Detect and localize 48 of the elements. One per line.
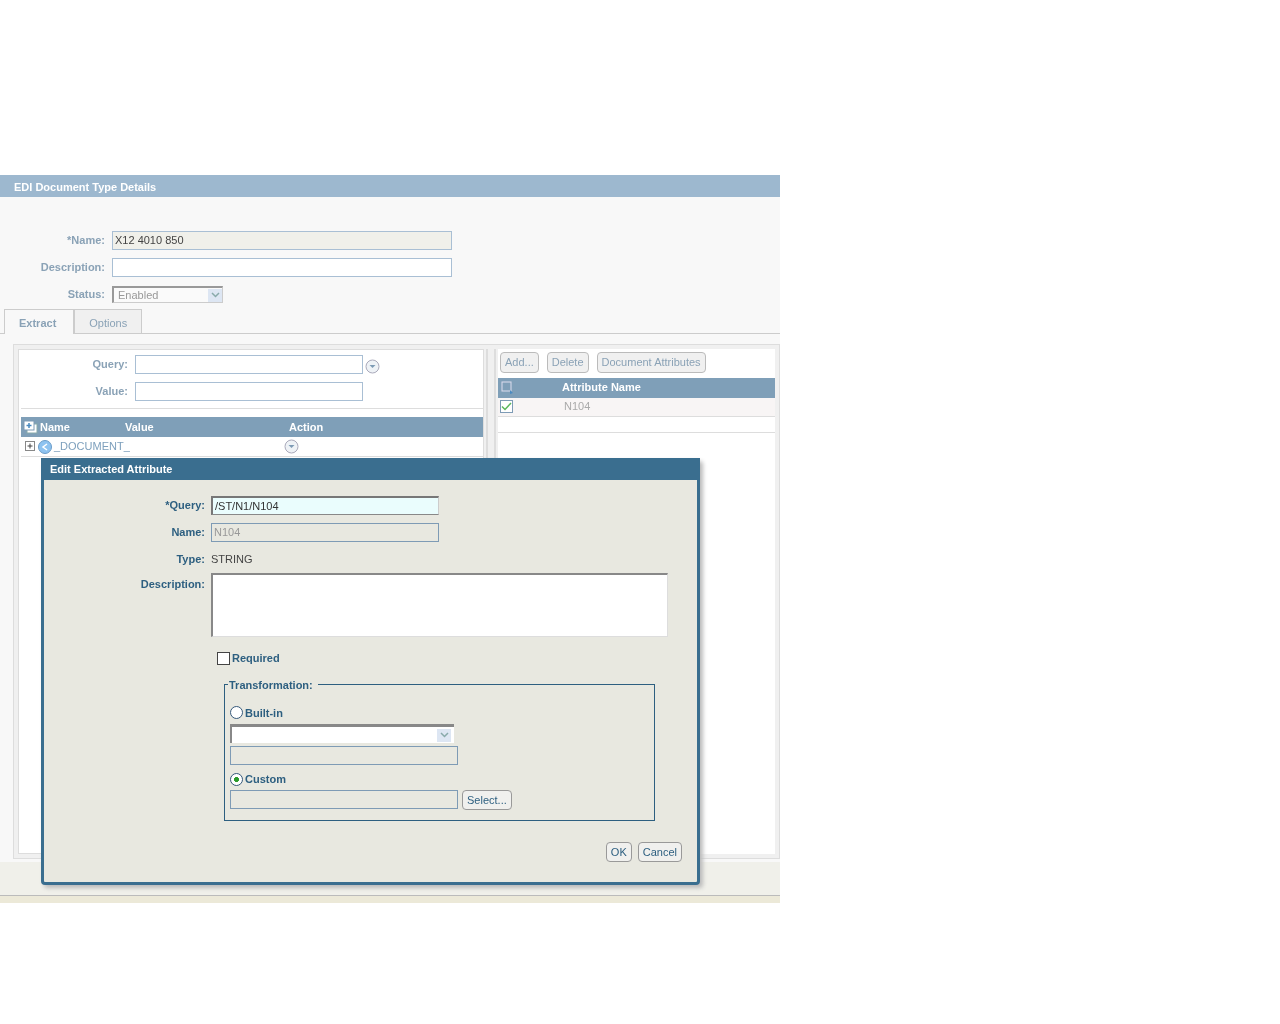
field-label: Description: xyxy=(139,577,206,592)
expand-all-icon[interactable] xyxy=(23,420,38,434)
field-label: Value: xyxy=(94,384,129,400)
radio-label: Built-in xyxy=(245,705,283,721)
checkbox[interactable] xyxy=(217,651,230,665)
ok-button[interactable]: OK xyxy=(605,841,632,862)
input-field[interactable] xyxy=(135,382,363,401)
input-field[interactable] xyxy=(112,258,452,277)
input-field[interactable] xyxy=(230,789,458,809)
dropdown-icon[interactable] xyxy=(437,728,451,742)
description-field[interactable] xyxy=(211,573,668,637)
select-button[interactable]: Select... xyxy=(462,789,512,810)
field-label: Status: xyxy=(66,287,106,303)
menu-icon[interactable] xyxy=(284,439,299,454)
field-label: Type: xyxy=(175,552,206,568)
select-all-icon[interactable] xyxy=(501,380,515,395)
input-field[interactable]: /ST/N1/N104 xyxy=(211,496,439,515)
field-label: Description: xyxy=(39,260,106,276)
field-label: Query: xyxy=(91,357,129,373)
tab[interactable]: Options xyxy=(74,309,143,333)
radio-label: Custom xyxy=(245,772,286,787)
toolbar-button[interactable]: Add... xyxy=(500,352,539,373)
element-icon xyxy=(38,439,52,454)
field-label: *Name: xyxy=(66,233,106,249)
input-field[interactable] xyxy=(135,355,363,374)
tab[interactable]: Extract xyxy=(4,309,75,334)
menu-icon[interactable] xyxy=(365,359,380,374)
column-header: Value xyxy=(125,419,155,435)
checkbox-label: Required xyxy=(232,651,280,666)
tree-node[interactable]: _DOCUMENT_ xyxy=(54,438,284,455)
expand-icon[interactable] xyxy=(25,441,36,452)
radio-button[interactable] xyxy=(230,706,243,720)
transformation-select[interactable] xyxy=(230,724,454,743)
column-header: Action xyxy=(289,419,325,435)
table-cell-text: N104 xyxy=(564,399,591,415)
page-header: EDI Document Type Details xyxy=(0,175,780,197)
field-value: STRING xyxy=(211,552,253,568)
radio-button[interactable] xyxy=(230,772,243,786)
checkbox[interactable] xyxy=(500,400,513,413)
toolbar-button[interactable]: Delete xyxy=(546,352,589,373)
column-header: Name xyxy=(40,419,71,435)
field-label: Name: xyxy=(170,525,206,541)
column-header: Attribute Name xyxy=(562,380,641,396)
dialog-title: Edit Extracted Attribute xyxy=(41,458,700,480)
cancel-button[interactable]: Cancel xyxy=(637,841,682,862)
field-label: *Query: xyxy=(164,498,206,514)
input-field[interactable] xyxy=(230,746,458,765)
toolbar-button[interactable]: Document Attributes xyxy=(596,352,706,373)
